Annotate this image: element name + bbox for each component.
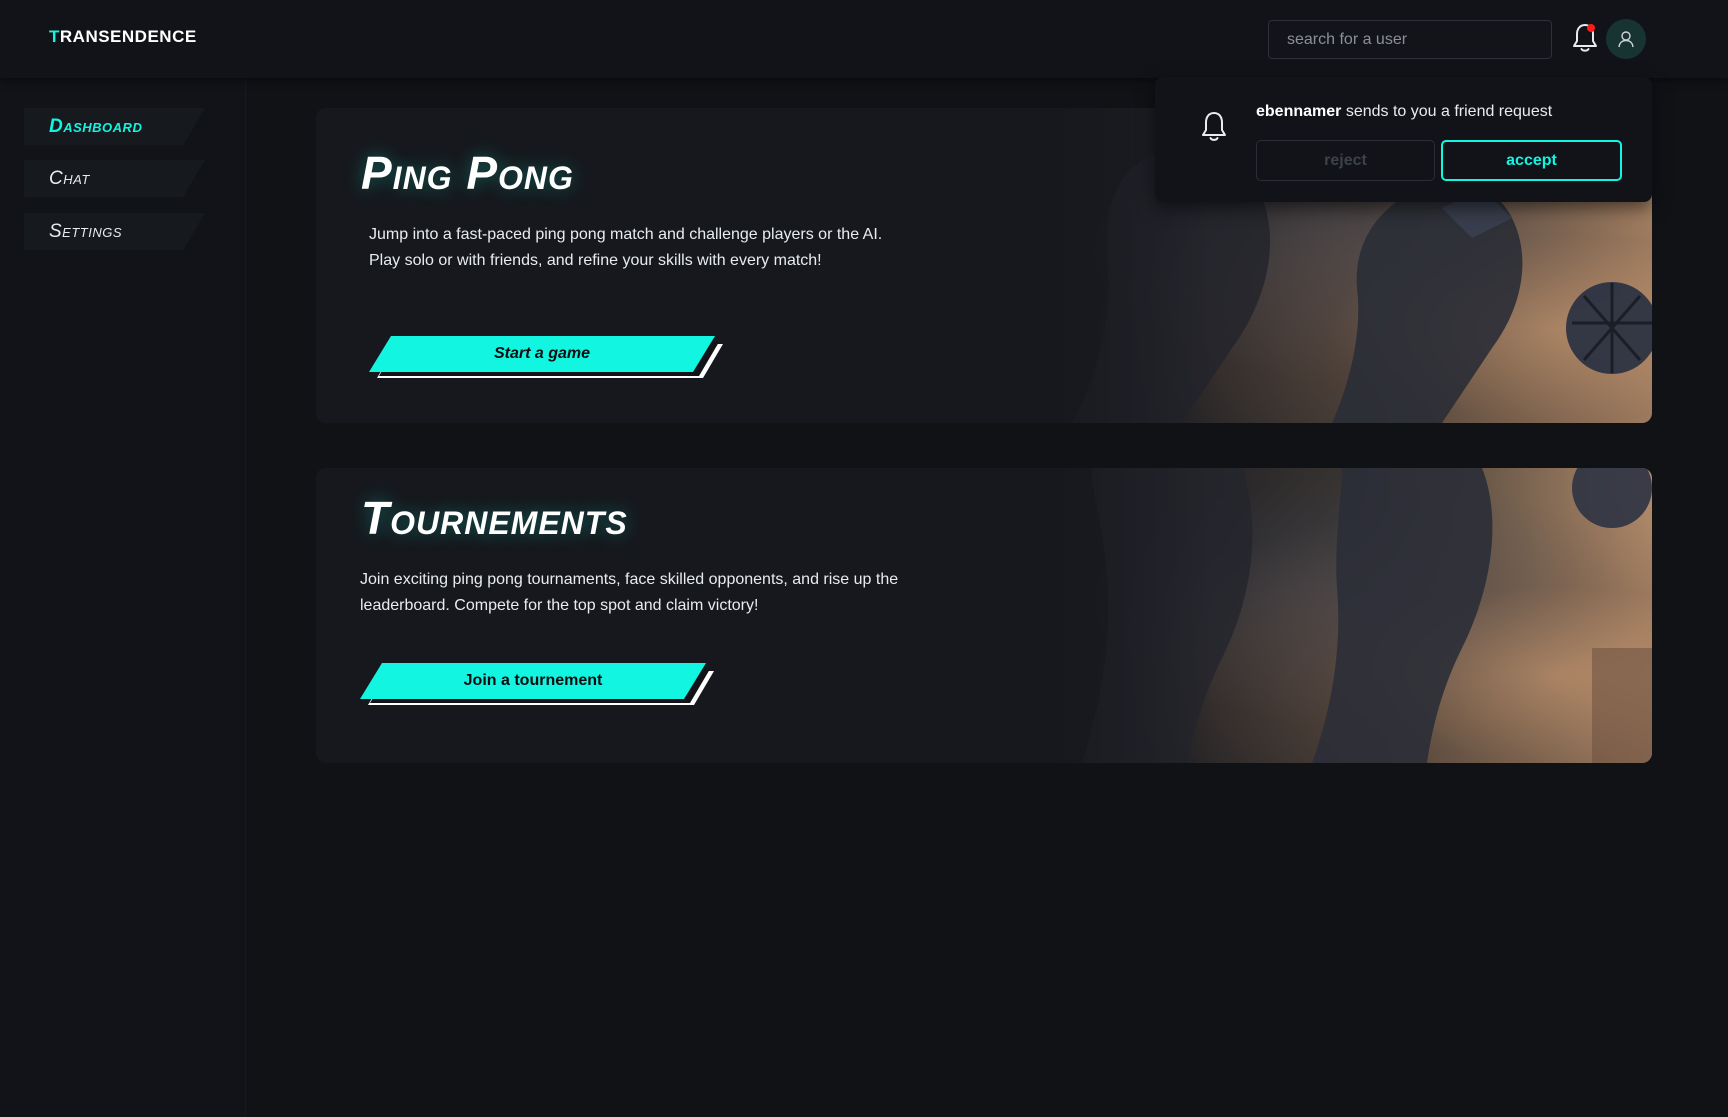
app-logo[interactable]: TRANSENDENCE	[49, 27, 197, 47]
reject-button[interactable]: reject	[1256, 140, 1435, 181]
notifications-bell-icon[interactable]	[1570, 22, 1600, 54]
join-tournament-button-label: Join a tournement	[360, 663, 706, 699]
notification-message-text: sends to you a friend request	[1341, 103, 1553, 120]
tournaments-description: Join exciting ping pong tournaments, fac…	[360, 571, 899, 614]
tournaments-card-artwork	[1012, 468, 1652, 763]
user-avatar-button[interactable]	[1606, 19, 1646, 59]
requester-username[interactable]: ebennamer	[1256, 103, 1341, 120]
sidebar-item-chat[interactable]: Chat	[24, 160, 205, 197]
accept-button[interactable]: accept	[1441, 140, 1622, 181]
user-icon	[1618, 31, 1634, 48]
sidebar-item-dashboard[interactable]: Dashboard	[24, 108, 205, 145]
user-search-input[interactable]	[1268, 20, 1552, 59]
tournaments-card: Tournements Join exciting ping pong tour…	[316, 468, 1652, 763]
sidebar-item-settings[interactable]: Settings	[24, 213, 205, 250]
start-game-button[interactable]: Start a game	[369, 336, 723, 376]
notification-message: ebennamer sends to you a friend request	[1256, 103, 1552, 121]
sidebar: Dashboard Chat Settings	[0, 78, 246, 1117]
notification-indicator-dot	[1587, 24, 1595, 32]
start-game-button-label: Start a game	[369, 336, 715, 372]
logo-initial: T	[49, 27, 60, 46]
logo-text: RANSENDENCE	[59, 27, 197, 46]
join-tournament-button[interactable]: Join a tournement	[360, 663, 714, 703]
ping-pong-description: Jump into a fast-paced ping pong match a…	[369, 226, 883, 269]
artwork-fade	[1012, 468, 1212, 763]
friend-request-notification: ebennamer sends to you a friend request …	[1155, 77, 1652, 202]
tournaments-title: Tournements	[361, 492, 628, 544]
ping-pong-title: Ping Pong	[361, 147, 574, 199]
top-bar: TRANSENDENCE	[0, 0, 1728, 78]
notification-bell-icon	[1199, 110, 1229, 149]
